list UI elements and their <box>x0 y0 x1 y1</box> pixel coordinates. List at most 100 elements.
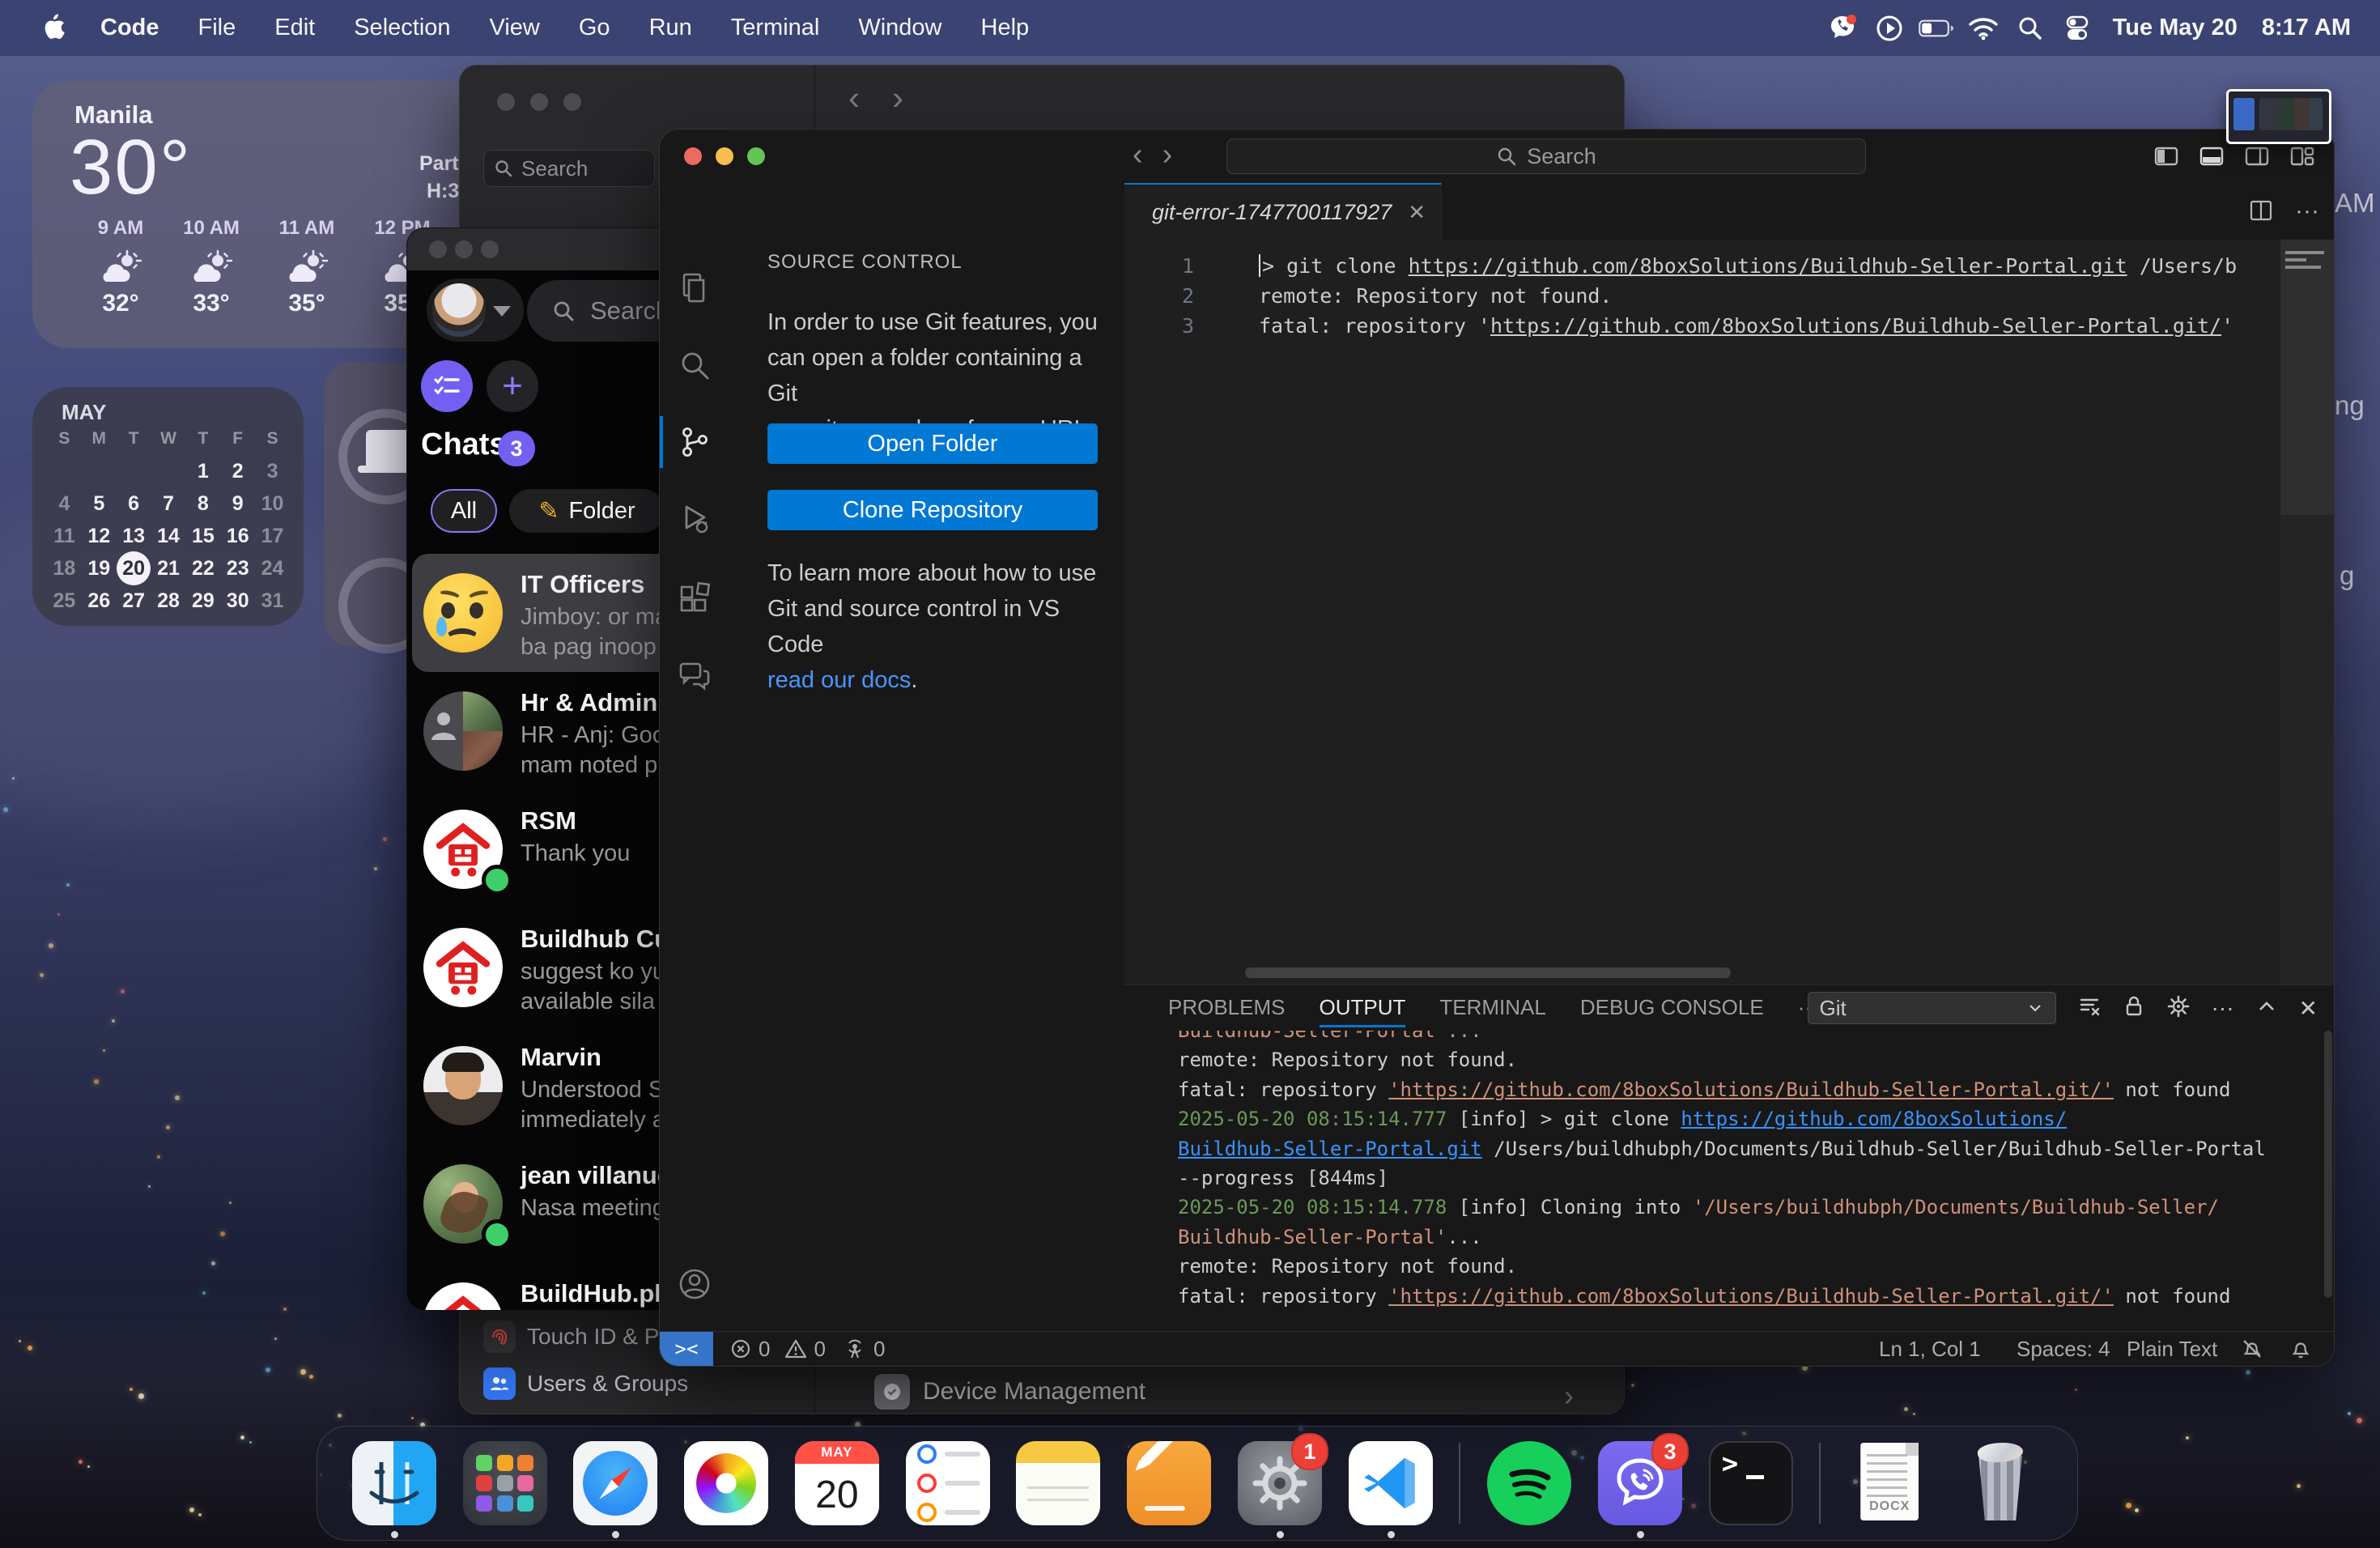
wifi-icon[interactable] <box>1966 11 2001 46</box>
close-panel-icon[interactable]: ✕ <box>2299 995 2318 1022</box>
dock-item-vscode[interactable] <box>1349 1441 1433 1525</box>
lock-scroll-icon[interactable] <box>2123 994 2145 1023</box>
battery-icon[interactable] <box>1919 11 1954 46</box>
notifications-bell-icon[interactable] <box>2289 1332 2313 1366</box>
ports-status[interactable]: 0 <box>843 1332 885 1366</box>
read-our-docs-link[interactable]: read our docs <box>767 667 911 693</box>
tab-git-error[interactable]: git-error-1747700117927 ✕ <box>1124 183 1442 240</box>
dock-item-spotify[interactable] <box>1487 1441 1571 1525</box>
customize-layout-icon[interactable] <box>2289 142 2316 174</box>
dock-item-safari[interactable] <box>573 1441 657 1525</box>
problems-status[interactable]: 0 0 <box>729 1332 826 1366</box>
horizontal-scrollbar[interactable] <box>1245 968 1731 978</box>
forward-arrow-icon[interactable]: › <box>892 79 903 117</box>
dock-item-pages[interactable] <box>1127 1441 1211 1525</box>
tab-output[interactable]: OUTPUT <box>1320 995 1406 1027</box>
dock-item-reminders[interactable] <box>906 1441 990 1525</box>
panel-scrollbar[interactable] <box>2324 1031 2332 1298</box>
settings-search-field[interactable]: Search <box>483 150 655 187</box>
menu-run[interactable]: Run <box>630 15 712 41</box>
filter-all-pill[interactable]: All <box>431 489 497 533</box>
menubar-time[interactable]: 8:17 AM <box>2255 15 2357 41</box>
language-mode[interactable]: Plain Text <box>2127 1332 2217 1366</box>
menu-selection[interactable]: Selection <box>334 15 470 41</box>
dock-item-photos[interactable] <box>684 1441 768 1525</box>
menu-edit[interactable]: Edit <box>255 15 334 41</box>
sidebar-item-touch-id[interactable]: Touch ID & P <box>483 1320 659 1353</box>
dock-item-docx-file[interactable]: DOCX <box>1847 1441 1932 1525</box>
minimap[interactable] <box>2280 240 2334 985</box>
source-control-icon[interactable] <box>660 416 729 468</box>
spotlight-search-icon[interactable] <box>2012 11 2048 46</box>
select-chats-button[interactable] <box>421 360 473 412</box>
now-playing-icon[interactable] <box>1872 11 1907 46</box>
profile-menu[interactable] <box>427 279 524 342</box>
panel-settings-gear-icon[interactable] <box>2166 994 2191 1023</box>
minimize-button[interactable] <box>455 240 473 258</box>
back-arrow-icon[interactable]: ‹ <box>848 79 860 117</box>
run-debug-icon[interactable] <box>660 493 729 545</box>
accounts-icon[interactable] <box>660 1258 729 1310</box>
clear-output-icon[interactable] <box>2077 994 2102 1023</box>
dock-item-trash[interactable] <box>1958 1441 2042 1525</box>
output-channel-select[interactable]: Git <box>1808 992 2056 1024</box>
minimize-button[interactable] <box>716 147 733 165</box>
menu-file[interactable]: File <box>179 15 256 41</box>
split-editor-icon[interactable] <box>2248 198 2274 228</box>
menu-view[interactable]: View <box>470 15 559 41</box>
calendar-widget[interactable]: MAY SMTWTFS 1234567891011121314151617181… <box>32 387 304 626</box>
minimize-button[interactable] <box>530 93 548 111</box>
toggle-panel-icon[interactable] <box>2198 142 2225 174</box>
zoom-button[interactable] <box>747 147 765 165</box>
extensions-icon[interactable] <box>660 572 729 623</box>
menubar-date[interactable]: Tue May 20 <box>2106 15 2244 41</box>
panel-more-icon[interactable]: ··· <box>2212 995 2234 1021</box>
close-button[interactable] <box>429 240 447 258</box>
dock-item-launchpad[interactable] <box>463 1441 547 1525</box>
back-button[interactable]: ‹ <box>1133 138 1143 172</box>
apple-menu-icon[interactable] <box>37 11 73 46</box>
more-actions-icon[interactable]: ··· <box>2295 198 2319 228</box>
explorer-icon[interactable] <box>660 262 729 314</box>
toggle-primary-sidebar-icon[interactable] <box>2153 142 2180 174</box>
zoom-button[interactable] <box>481 240 499 258</box>
dock-item-notes[interactable] <box>1016 1441 1100 1525</box>
output-log[interactable]: Buildhub-Seller-Portal'...remote: Reposi… <box>1178 1031 2319 1318</box>
remote-indicator[interactable]: >< <box>660 1332 713 1366</box>
close-button[interactable] <box>497 93 515 111</box>
command-center-search[interactable]: Search <box>1226 138 1866 174</box>
indentation-status[interactable]: Spaces: 4 <box>2017 1332 2110 1366</box>
clone-repository-button[interactable]: Clone Repository <box>767 490 1098 530</box>
feedback-bell-slash-icon[interactable] <box>2240 1332 2264 1366</box>
device-management-row[interactable]: Device Management <box>874 1374 1145 1410</box>
menu-terminal[interactable]: Terminal <box>712 15 839 41</box>
new-chat-button[interactable]: + <box>487 360 538 412</box>
menu-window[interactable]: Window <box>839 15 961 41</box>
cursor-position[interactable]: Ln 1, Col 1 <box>1879 1332 1981 1366</box>
control-center-icon[interactable] <box>2059 11 2095 46</box>
dock-item-terminal[interactable] <box>1709 1441 1793 1525</box>
menu-help[interactable]: Help <box>962 15 1049 41</box>
toggle-secondary-sidebar-icon[interactable] <box>2243 142 2271 174</box>
dock-item-calendar[interactable]: MAY20 <box>795 1441 879 1525</box>
tab-close-icon[interactable]: ✕ <box>1408 200 1426 225</box>
close-button[interactable] <box>684 147 702 165</box>
open-folder-button[interactable]: Open Folder <box>767 423 1098 464</box>
dock-item-system-settings[interactable]: 1 <box>1238 1441 1322 1525</box>
forward-button[interactable]: › <box>1162 138 1173 172</box>
menu-code[interactable]: Code <box>81 15 179 41</box>
tab-problems[interactable]: PROBLEMS <box>1168 995 1286 1020</box>
tab-terminal[interactable]: TERMINAL <box>1439 995 1545 1020</box>
code-editor[interactable]: 123 > git clone https://github.com/8boxS… <box>1124 240 2334 985</box>
menu-go[interactable]: Go <box>559 15 630 41</box>
tab-debug-console[interactable]: DEBUG CONSOLE <box>1580 995 1764 1020</box>
maximize-panel-icon[interactable] <box>2255 995 2278 1022</box>
comments-icon[interactable] <box>660 649 729 701</box>
dock-item-viber[interactable]: 3 <box>1598 1441 1682 1525</box>
dock-item-finder[interactable] <box>352 1441 436 1525</box>
search-icon[interactable] <box>660 339 729 391</box>
zoom-button[interactable] <box>563 93 581 111</box>
viber-menu-icon[interactable] <box>1825 11 1860 46</box>
sidebar-item-users-groups[interactable]: Users & Groups <box>483 1367 688 1400</box>
screenshot-thumbnail[interactable] <box>2226 89 2331 144</box>
